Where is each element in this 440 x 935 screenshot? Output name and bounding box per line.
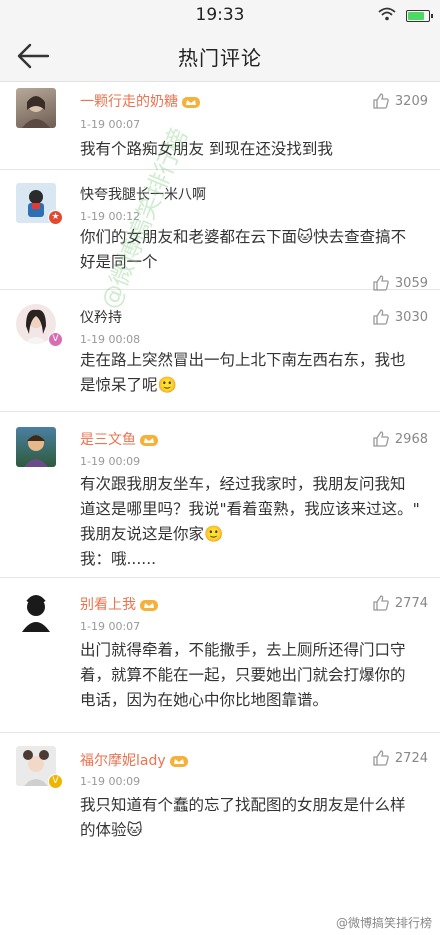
comment-username[interactable]: 是三文鱼 xyxy=(80,429,158,449)
comment-item: ★ 快夸我腿长一米八啊 1-19 00:12 3059 你们的女朋友和老婆都在云… xyxy=(0,170,440,291)
comment-username[interactable]: 一颗行走的奶糖 xyxy=(80,91,200,111)
comment-username[interactable]: 快夸我腿长一米八啊 xyxy=(80,184,206,204)
battery-icon xyxy=(406,10,433,22)
comment-username[interactable]: 仪矜持 xyxy=(80,307,122,327)
comment-text: 你们的女朋友和老婆都在云下面🐱快去查查搞不好是同一个 xyxy=(80,228,407,271)
comment-time: 1-19 00:09 xyxy=(80,455,141,468)
comment-text: 有次跟我朋友坐车，经过我家时，我朋友问我知道这是哪里吗？我说"看着蛮熟，我应该来… xyxy=(80,475,420,568)
avatar[interactable] xyxy=(16,88,56,128)
comment-text: 我只知道有个蠢的忘了找配图的女朋友是什么样的体验🐱 xyxy=(80,796,406,839)
like-count: 2724 xyxy=(394,750,428,766)
footer-watermark: @微博搞笑排行榜 xyxy=(335,916,432,930)
status-bar: 19:33 xyxy=(0,0,440,30)
status-time: 19:33 xyxy=(195,5,245,25)
vip-crown-icon xyxy=(140,600,158,611)
comment-text: 走在路上突然冒出一句上北下南左西右东，我也是惊呆了呢🙂 xyxy=(80,351,406,394)
like-count: 3030 xyxy=(394,309,428,325)
like-button[interactable]: 2724 xyxy=(372,749,428,767)
vip-crown-icon xyxy=(182,97,200,108)
nav-bar: 热门评论 xyxy=(0,30,440,82)
vip-crown-icon xyxy=(169,756,188,767)
comment-time: 1-19 00:12 xyxy=(80,210,141,223)
comment-item: 一颗行走的奶糖 1-19 00:07 3209 我有个路痴女朋友 到现在还没找到… xyxy=(0,82,440,170)
like-button[interactable]: 2968 xyxy=(372,430,428,448)
comment-time: 1-19 00:09 xyxy=(80,775,141,788)
avatar[interactable] xyxy=(16,592,56,632)
comment-text: 出门就得牵着，不能撒手，去上厕所还得门口守着，就算不能在一起，只要她出门就会打爆… xyxy=(80,641,406,709)
like-button[interactable]: 2774 xyxy=(372,594,428,612)
comment-item: V 福尔摩妮lady 1-19 00:09 2724 我只知道有个蠢的忘了找配图… xyxy=(0,733,440,856)
comment-list: 一颗行走的奶糖 1-19 00:07 3209 我有个路痴女朋友 到现在还没找到… xyxy=(0,82,440,856)
like-button[interactable]: 3030 xyxy=(372,308,428,326)
comment-time: 1-19 00:07 xyxy=(80,118,141,131)
wifi-icon xyxy=(378,7,396,21)
comment-time: 1-19 00:08 xyxy=(80,333,141,346)
avatar[interactable] xyxy=(16,427,56,467)
thumbs-up-icon xyxy=(373,93,389,109)
comment-item: 别看上我 1-19 00:07 2774 出门就得牵着，不能撒手，去上厕所还得门… xyxy=(0,578,440,733)
thumbs-up-icon xyxy=(373,309,389,325)
like-count: 2774 xyxy=(394,595,428,611)
thumbs-up-icon xyxy=(373,595,389,611)
verified-badge: ★ xyxy=(48,210,63,225)
like-button[interactable]: 3209 xyxy=(372,92,428,110)
vip-badge: V xyxy=(48,332,63,347)
comment-item: 是三文鱼 1-19 00:09 2968 有次跟我朋友坐车，经过我家时，我朋友问… xyxy=(0,412,440,578)
comment-item: V 仪矜持 1-19 00:08 3030 走在路上突然冒出一句上北下南左西右东… xyxy=(0,290,440,412)
verified-badge: V xyxy=(48,774,63,789)
vip-crown-icon xyxy=(140,435,158,446)
like-count: 3209 xyxy=(394,93,428,109)
comment-text: 我有个路痴女朋友 到现在还没找到我 xyxy=(80,140,333,158)
like-count: 3059 xyxy=(394,275,428,291)
thumbs-up-icon xyxy=(373,750,389,766)
like-count: 2968 xyxy=(394,431,428,447)
comment-username[interactable]: 别看上我 xyxy=(80,594,158,614)
thumbs-up-icon xyxy=(373,431,389,447)
comment-time: 1-19 00:07 xyxy=(80,620,141,633)
page-title: 热门评论 xyxy=(178,46,262,70)
comment-username[interactable]: 福尔摩妮lady xyxy=(80,750,188,770)
